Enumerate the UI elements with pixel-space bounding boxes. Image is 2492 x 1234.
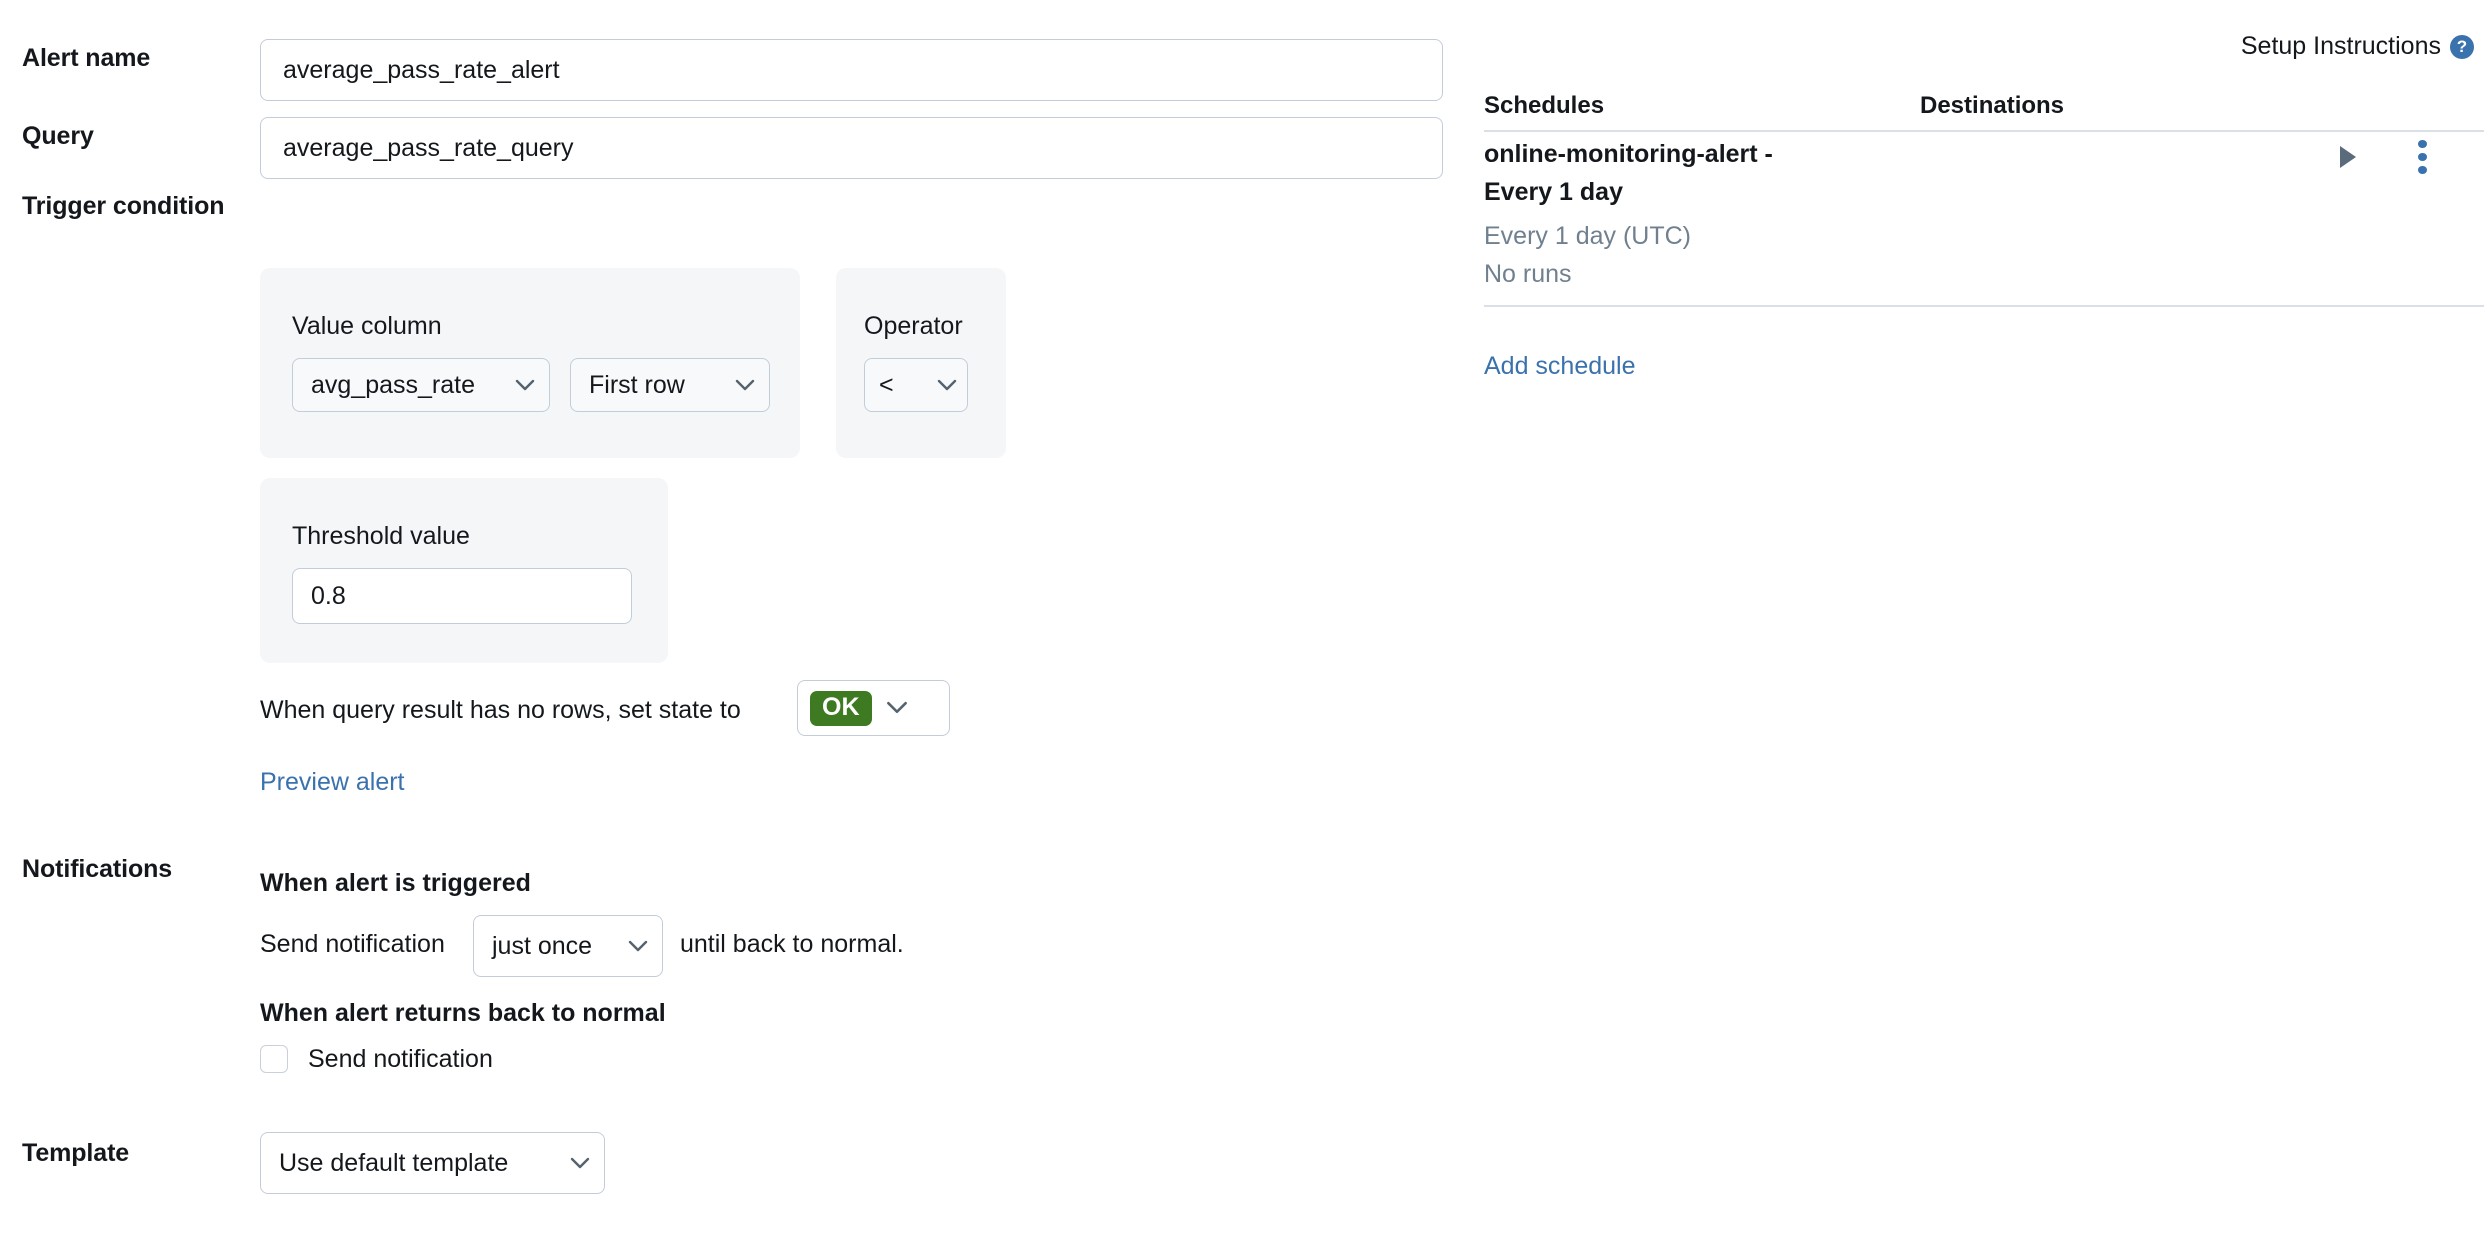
setup-instructions-label: Setup Instructions — [2240, 32, 2441, 60]
send-notification-checkbox-label: Send notification — [308, 1045, 493, 1073]
alert-name-input[interactable] — [260, 39, 1443, 101]
alert-form-column: Alert name Query Trigger condition Value… — [0, 0, 1460, 1234]
no-rows-state-text: When query result has no rows, set state… — [260, 696, 741, 724]
table-header-divider — [1484, 130, 2484, 132]
operator-select-value: < — [879, 370, 894, 399]
template-label: Template — [22, 1139, 130, 1167]
operator-select[interactable]: < — [864, 358, 968, 412]
value-column-select-value: avg_pass_rate — [311, 370, 476, 399]
query-label: Query — [22, 122, 94, 150]
threshold-value-input[interactable] — [292, 568, 632, 624]
schedule-cadence: Every 1 day (UTC) — [1484, 222, 1691, 250]
trigger-condition-label: Trigger condition — [22, 192, 225, 220]
schedule-runs: No runs — [1484, 260, 1572, 288]
value-aggregation-select-value: First row — [589, 370, 685, 399]
notification-frequency-select[interactable]: just once — [473, 915, 663, 977]
kebab-dot — [2417, 152, 2427, 162]
query-input[interactable] — [260, 117, 1443, 179]
alert-name-label: Alert name — [22, 44, 151, 72]
send-notification-checkbox[interactable] — [260, 1045, 288, 1073]
schedule-row-divider — [1484, 305, 2484, 307]
no-rows-state-select[interactable]: OK — [797, 680, 950, 736]
add-schedule-link[interactable]: Add schedule — [1484, 352, 1636, 381]
send-notification-suffix-text: until back to normal. — [680, 930, 904, 958]
threshold-title: Threshold value — [292, 522, 470, 550]
preview-alert-link[interactable]: Preview alert — [260, 768, 405, 797]
value-column-select[interactable]: avg_pass_rate — [292, 358, 550, 412]
kebab-dot — [2417, 166, 2427, 175]
template-select-value: Use default template — [279, 1148, 509, 1177]
value-aggregation-select[interactable]: First row — [570, 358, 770, 412]
chevron-down-icon — [735, 379, 755, 392]
chevron-down-icon — [515, 379, 535, 392]
column-header-destinations: Destinations — [1920, 92, 2065, 119]
setup-instructions-link[interactable]: Setup Instructions ? — [2241, 32, 2474, 61]
notification-frequency-value: just once — [492, 931, 593, 960]
kebab-dot — [2417, 139, 2427, 148]
value-column-title: Value column — [292, 312, 442, 340]
chevron-down-icon — [570, 1157, 590, 1170]
schedule-title: online-monitoring-alert - Every 1 day — [1484, 140, 1773, 206]
alert-editor-page: Alert name Query Trigger condition Value… — [0, 0, 2492, 1234]
question-mark-circle-icon[interactable]: ? — [2450, 34, 2474, 59]
chevron-down-icon — [886, 701, 908, 715]
when-alert-normal-heading: When alert returns back to normal — [260, 999, 666, 1027]
status-badge: OK — [810, 690, 872, 726]
schedule-kebab-menu-icon[interactable] — [2402, 137, 2442, 177]
template-select[interactable]: Use default template — [260, 1132, 605, 1194]
schedules-panel: Setup Instructions ? Schedules Destinati… — [1462, 0, 2492, 1234]
operator-title: Operator — [864, 312, 963, 340]
notifications-label: Notifications — [22, 855, 173, 883]
column-header-schedules: Schedules — [1484, 92, 1605, 119]
run-schedule-play-icon[interactable] — [2328, 137, 2368, 177]
when-alert-triggered-heading: When alert is triggered — [260, 869, 531, 897]
chevron-down-icon — [628, 940, 648, 953]
send-notification-prefix-text: Send notification — [260, 930, 445, 958]
chevron-down-icon — [937, 379, 957, 392]
